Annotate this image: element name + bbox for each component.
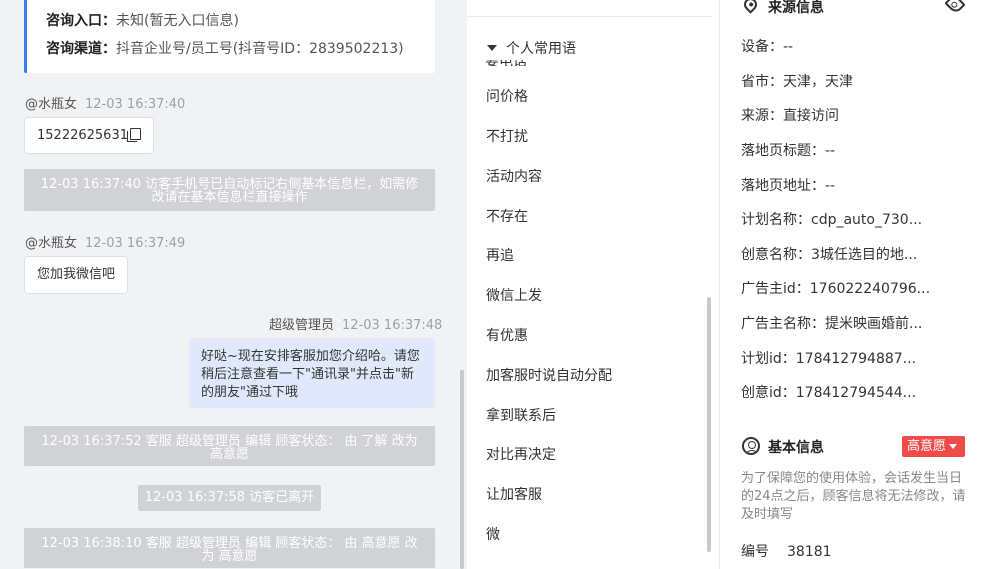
phrase-item[interactable]: 微信上发 <box>486 285 542 305</box>
source-field-province-city: 省市：天津，天津 <box>741 74 853 90</box>
inquiry-entry-value: 未知(暂无入口信息) <box>116 13 239 29</box>
dropdown-caret-icon <box>949 444 958 449</box>
message-sender: @水瓶女 12-03 16:37:49 <box>25 232 185 251</box>
source-field-advertiser-id: 广告主id：176022240796... <box>741 281 931 297</box>
customer-info-panel: 来源信息 设备：-- 省市：天津，天津 来源：直接访问 落地页标题：-- 落地页… <box>720 0 986 569</box>
agent-message-bubble: 好哒~现在安排客服加您介绍哈。请您稍后注意查看一下"通讯录"并点击"新的朋友"通… <box>189 338 435 408</box>
system-notice: 12-03 16:38:10 客服 超级管理员 编辑 顾客状态： 由 高意愿 改… <box>24 528 435 568</box>
inquiry-info-card: 咨询入口：未知(暂无入口信息) 咨询渠道：抖音企业号/员工号(抖音号ID：283… <box>24 0 435 73</box>
message-time: 12-03 16:37:49 <box>85 236 186 251</box>
phrase-group-title: 个人常用语 <box>506 41 576 57</box>
sender-name: 超级管理员 <box>269 318 335 333</box>
phrase-item[interactable]: 有优惠 <box>486 325 528 345</box>
sender-name: @水瓶女 <box>25 236 78 251</box>
divider <box>467 16 713 17</box>
source-field-landing-title: 落地页标题：-- <box>741 143 836 159</box>
edit-deadline-notice: 为了保障您的使用体验，会话发生当日的24点之后，顾客信息将无法修改，请及时填写 <box>741 471 966 522</box>
phrase-item[interactable]: 加客服时说自动分配 <box>486 365 612 385</box>
serial-number-row: 编号 38181 <box>741 541 832 561</box>
eye-icon[interactable] <box>944 0 966 15</box>
serial-value: 38181 <box>787 544 832 560</box>
phrase-group-header[interactable]: 个人常用语 <box>487 38 576 58</box>
source-field-creative-name: 创意名称：3城任选目的地... <box>741 247 918 263</box>
intent-status-label: 高意愿 <box>907 439 947 454</box>
system-notice: 12-03 16:37:52 客服 超级管理员 编辑 顾客状态： 由 了解 改为… <box>24 426 435 466</box>
source-field-device: 设备：-- <box>741 39 794 55</box>
message-time: 12-03 16:37:40 <box>85 97 186 112</box>
message-text: 15222625631 <box>37 128 128 143</box>
visitor-message-bubble: 您加我微信吧 <box>24 256 129 294</box>
phrase-item[interactable]: 对比再决定 <box>486 444 556 464</box>
phrase-item[interactable]: 要电话 <box>485 60 527 66</box>
phrase-item[interactable]: 再追 <box>486 245 514 265</box>
sender-name: @水瓶女 <box>25 97 78 112</box>
phrase-item[interactable]: 微 <box>486 524 500 544</box>
source-field-landing-url: 落地页地址：-- <box>741 178 836 194</box>
inquiry-channel-value: 抖音企业号/员工号(抖音号ID：2839502213) <box>116 41 404 57</box>
phrase-item[interactable]: 拿到联系后 <box>486 405 556 425</box>
inquiry-entry-row: 咨询入口：未知(暂无入口信息) <box>46 10 435 38</box>
phrase-item[interactable]: 问价格 <box>486 86 528 106</box>
basic-info-title: 基本信息 <box>768 440 824 456</box>
phrase-item[interactable]: 让加客服 <box>486 484 542 504</box>
chat-panel: 咨询入口：未知(暂无入口信息) 咨询渠道：抖音企业号/员工号(抖音号ID：283… <box>0 0 467 569</box>
inquiry-channel-row: 咨询渠道：抖音企业号/员工号(抖音号ID：2839502213) <box>46 38 435 66</box>
source-field-advertiser-name: 广告主名称：提米映画婚前... <box>741 316 923 332</box>
copy-icon[interactable] <box>126 128 141 142</box>
message-time: 12-03 16:37:48 <box>342 318 443 333</box>
serial-label: 编号 <box>741 544 769 560</box>
user-circle-icon <box>742 437 760 455</box>
message-sender: 超级管理员 12-03 16:37:48 <box>269 314 442 333</box>
location-pin-icon <box>741 0 760 14</box>
system-notice: 12-03 16:37:58 访客已离开 <box>138 485 321 511</box>
common-phrases-panel: 个人常用语 要电话 问价格 不打扰 活动内容 不存在 再追 微信上发 有优惠 加… <box>467 0 720 569</box>
inquiry-channel-label: 咨询渠道： <box>46 41 116 57</box>
chat-scrollbar[interactable] <box>460 370 464 569</box>
phrase-item[interactable]: 活动内容 <box>486 166 542 186</box>
system-notice: 12-03 16:37:40 访客手机号已自动标记右侧基本信息栏，如需修改请在基… <box>24 169 435 211</box>
source-field-plan-name: 计划名称：cdp_auto_730... <box>741 212 923 228</box>
source-field-source: 来源：直接访问 <box>741 108 839 124</box>
intent-status-dropdown[interactable]: 高意愿 <box>902 436 965 457</box>
visitor-message-bubble: 15222625631 <box>24 117 154 154</box>
source-field-creative-id: 创意id：178412794544... <box>741 385 917 401</box>
message-sender: @水瓶女 12-03 16:37:40 <box>25 93 185 112</box>
message-text: 您加我微信吧 <box>37 267 116 282</box>
caret-down-icon <box>487 45 497 51</box>
phrase-item[interactable]: 不存在 <box>486 206 528 226</box>
phrase-item[interactable]: 不打扰 <box>486 126 528 146</box>
source-field-plan-id: 计划id：178412794887... <box>741 351 917 367</box>
phrases-scrollbar[interactable] <box>707 297 711 552</box>
inquiry-entry-label: 咨询入口： <box>46 13 116 29</box>
source-info-title: 来源信息 <box>768 0 824 16</box>
